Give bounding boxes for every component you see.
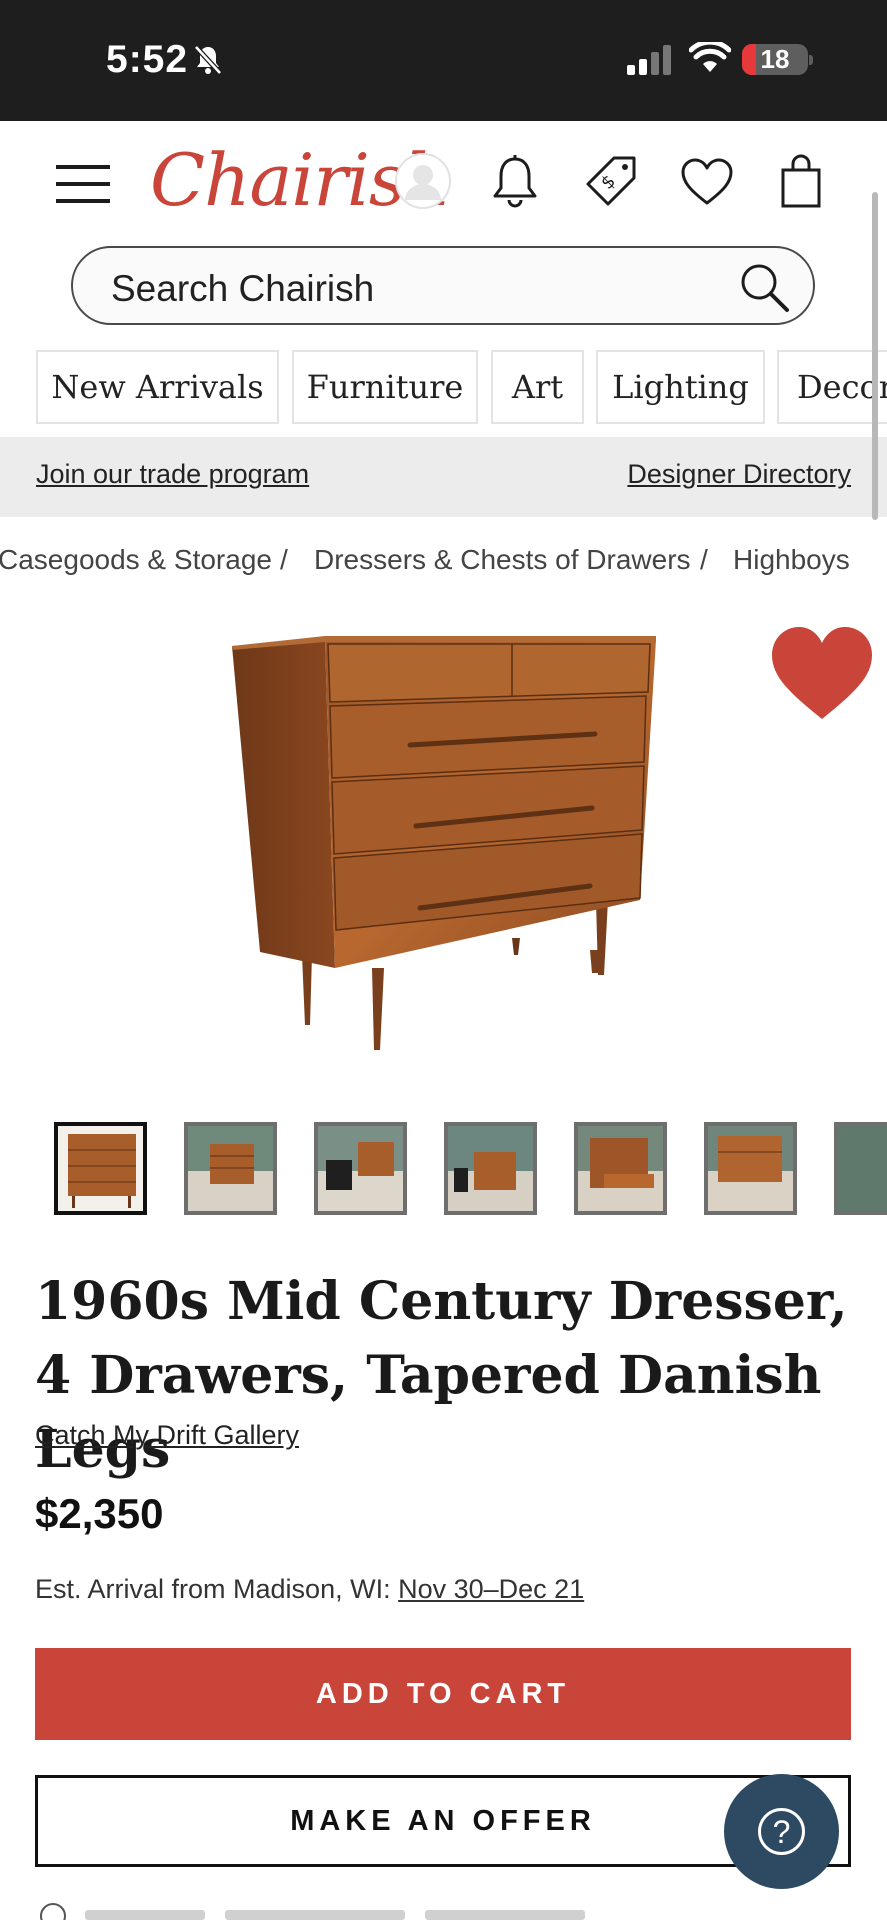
thumbnail-image bbox=[58, 1126, 143, 1211]
bag-icon[interactable] bbox=[780, 154, 822, 208]
product-title: 1960s Mid Century Dresser, 4 Drawers, Ta… bbox=[35, 1271, 848, 1480]
battery-icon: 18 bbox=[742, 44, 808, 75]
thumbnail-image bbox=[708, 1126, 793, 1211]
category-furniture[interactable]: Furniture bbox=[292, 350, 478, 424]
battery-percent: 18 bbox=[760, 44, 790, 74]
category-lighting[interactable]: Lighting bbox=[596, 350, 765, 424]
help-label: ? bbox=[773, 1814, 791, 1850]
category-art[interactable]: Art bbox=[491, 350, 584, 424]
thumbnail-image bbox=[448, 1126, 533, 1211]
category-nav: New Arrivals Furniture Art Lighting Deco… bbox=[0, 350, 887, 426]
heart-icon[interactable] bbox=[680, 158, 734, 206]
scrollbar[interactable] bbox=[872, 192, 878, 520]
designer-directory-link[interactable]: Designer Directory bbox=[627, 459, 851, 490]
category-decor[interactable]: Decor bbox=[777, 350, 887, 424]
breadcrumb-dressers[interactable]: Dressers & Chests of Drawers bbox=[314, 544, 691, 576]
tag-icon[interactable]: $ bbox=[584, 154, 638, 208]
search-placeholder: Search Chairish bbox=[111, 268, 375, 309]
thumbnail-1[interactable] bbox=[54, 1122, 147, 1215]
thumbnail-image bbox=[188, 1126, 273, 1211]
cut-off-row bbox=[40, 1903, 585, 1920]
avatar[interactable] bbox=[394, 152, 452, 210]
thumbnail-image bbox=[838, 1126, 887, 1211]
bell-icon[interactable] bbox=[490, 154, 540, 208]
trade-bar: Join our trade program Designer Director… bbox=[0, 437, 887, 517]
thumbnail-3[interactable] bbox=[314, 1122, 407, 1215]
arrival-date-link[interactable]: Nov 30–Dec 21 bbox=[398, 1574, 584, 1604]
seller-link[interactable]: Catch My Drift Gallery bbox=[35, 1420, 299, 1451]
help-icon: ? bbox=[758, 1808, 805, 1855]
thumbnail-image bbox=[318, 1126, 403, 1211]
product-price: $2,350 bbox=[35, 1490, 164, 1537]
thumbnail-strip bbox=[0, 1122, 887, 1215]
thumbnail-6[interactable] bbox=[704, 1122, 797, 1215]
arrival-label: Est. Arrival from Madison, WI: bbox=[35, 1574, 391, 1604]
svg-text:$: $ bbox=[597, 171, 620, 194]
signal-icon bbox=[627, 45, 671, 75]
breadcrumb-separator: / bbox=[280, 544, 288, 575]
estimated-arrival: Est. Arrival from Madison, WI: Nov 30–De… bbox=[35, 1574, 584, 1605]
bell-slash-icon bbox=[194, 45, 222, 75]
thumbnail-4[interactable] bbox=[444, 1122, 537, 1215]
battery-nub bbox=[809, 55, 813, 65]
breadcrumb-casegoods[interactable]: Casegoods & Storage bbox=[0, 544, 272, 576]
thumbnail-7[interactable] bbox=[834, 1122, 887, 1215]
thumbnail-image bbox=[578, 1126, 663, 1211]
status-bar: 5:52 18 bbox=[0, 0, 887, 121]
breadcrumb-highboys[interactable]: Highboys bbox=[733, 544, 850, 576]
search-icon[interactable] bbox=[737, 260, 793, 316]
breadcrumb-separator: / bbox=[700, 544, 708, 575]
category-new-arrivals[interactable]: New Arrivals bbox=[36, 350, 279, 424]
thumbnail-2[interactable] bbox=[184, 1122, 277, 1215]
status-time: 5:52 bbox=[106, 38, 189, 81]
trade-program-link[interactable]: Join our trade program bbox=[36, 459, 309, 490]
thumbnail-5[interactable] bbox=[574, 1122, 667, 1215]
menu-icon[interactable] bbox=[56, 163, 110, 205]
truncated-content bbox=[35, 1902, 635, 1920]
search-input[interactable]: Search Chairish bbox=[71, 246, 815, 325]
help-button[interactable]: ? bbox=[724, 1774, 839, 1889]
wifi-icon bbox=[689, 42, 731, 72]
breadcrumb: Casegoods & Storage / Dressers & Chests … bbox=[0, 544, 887, 584]
product-image[interactable] bbox=[220, 630, 670, 1060]
add-to-cart-button[interactable]: ADD TO CART bbox=[35, 1648, 851, 1740]
favorite-heart-icon[interactable] bbox=[770, 625, 874, 721]
